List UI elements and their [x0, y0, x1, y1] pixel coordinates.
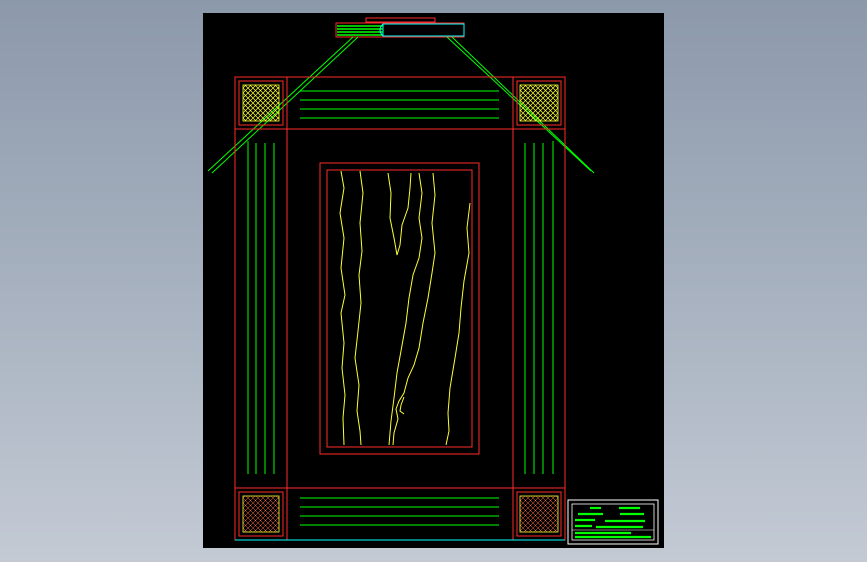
corner-block-top-left [238, 80, 284, 126]
right-stile-beads [524, 141, 554, 474]
top-rail-beads [300, 90, 499, 119]
corner-block-bottom-left [238, 491, 284, 537]
corner-block-top-right [516, 80, 562, 126]
top-profile-detail [335, 17, 465, 38]
cad-viewport[interactable] [0, 0, 867, 562]
drawing-sheet[interactable] [203, 13, 664, 548]
bottom-rail-beads [300, 497, 499, 526]
door-outer-frame [234, 76, 566, 541]
title-block [567, 499, 659, 545]
corner-block-bottom-right [516, 491, 562, 537]
wood-grain [339, 170, 471, 446]
left-stile-beads [247, 141, 275, 474]
door-elevation-drawing [207, 17, 659, 545]
